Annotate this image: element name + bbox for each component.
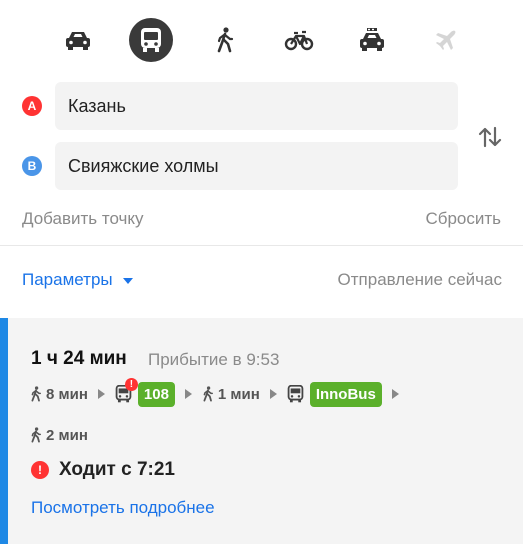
schedule-notice: ! Ходит с 7:21 xyxy=(31,459,175,481)
walk-icon xyxy=(30,426,42,444)
route-duration: 1 ч 24 мин xyxy=(31,348,127,369)
car-icon xyxy=(66,32,90,50)
route-steps: 8 мин ! 108 1 мин InnoBus xyxy=(30,378,409,408)
view-details-link[interactable]: Посмотреть подробнее xyxy=(31,498,215,518)
bus-icon xyxy=(287,385,304,403)
alert-icon: ! xyxy=(124,378,138,391)
point-a-marker: A xyxy=(22,96,42,116)
bike-mode-button[interactable] xyxy=(277,18,321,62)
reset-button[interactable]: Сбросить xyxy=(425,209,501,229)
point-b-input[interactable] xyxy=(55,142,458,190)
taxi-mode-button[interactable] xyxy=(350,18,394,62)
divider xyxy=(0,245,523,246)
walk-icon xyxy=(202,385,214,403)
route-badge-innobus: InnoBus xyxy=(309,381,382,407)
bus-mode-button[interactable] xyxy=(129,18,173,62)
transport-mode-bar xyxy=(0,0,523,78)
selected-route-indicator xyxy=(0,318,8,544)
route-point-b: B xyxy=(0,142,523,190)
params-dropdown[interactable]: Параметры xyxy=(22,270,133,290)
add-point-button[interactable]: Добавить точку xyxy=(22,209,144,229)
walk-duration: 2 мин xyxy=(46,426,88,444)
step-separator-icon xyxy=(391,389,399,399)
walk-mode-button[interactable] xyxy=(203,18,247,62)
route-steps-continued: 2 мин xyxy=(30,421,88,449)
step-separator-icon xyxy=(184,389,192,399)
plane-icon xyxy=(436,30,456,50)
params-label: Параметры xyxy=(22,270,113,289)
route-result-card[interactable]: 1 ч 24 мин Прибытие в 9:53 8 мин ! 108 1… xyxy=(0,318,523,544)
bus-icon xyxy=(141,28,161,52)
bus-icon: ! xyxy=(115,378,138,403)
step-separator-icon xyxy=(97,389,105,399)
schedule-text: Ходит с 7:21 xyxy=(59,459,175,480)
walk-duration: 8 мин xyxy=(46,385,88,403)
route-point-a: A xyxy=(0,82,523,130)
car-mode-button[interactable] xyxy=(56,18,100,62)
departure-time-button[interactable]: Отправление сейчас xyxy=(338,270,502,290)
plane-mode-button[interactable] xyxy=(424,18,468,62)
swap-arrows-icon xyxy=(478,126,502,148)
alert-icon: ! xyxy=(31,461,49,479)
walk-icon xyxy=(30,385,42,403)
point-a-input[interactable] xyxy=(55,82,458,130)
point-b-marker: B xyxy=(22,156,42,176)
arrival-time: Прибытие в 9:53 xyxy=(148,350,280,369)
route-badge-108: 108 xyxy=(137,381,175,407)
taxi-icon xyxy=(360,28,384,51)
swap-points-button[interactable] xyxy=(474,120,506,154)
chevron-down-icon xyxy=(122,278,133,284)
bike-icon xyxy=(284,30,314,51)
walk-icon xyxy=(217,27,234,53)
step-separator-icon xyxy=(269,389,277,399)
walk-duration: 1 мин xyxy=(217,385,260,403)
